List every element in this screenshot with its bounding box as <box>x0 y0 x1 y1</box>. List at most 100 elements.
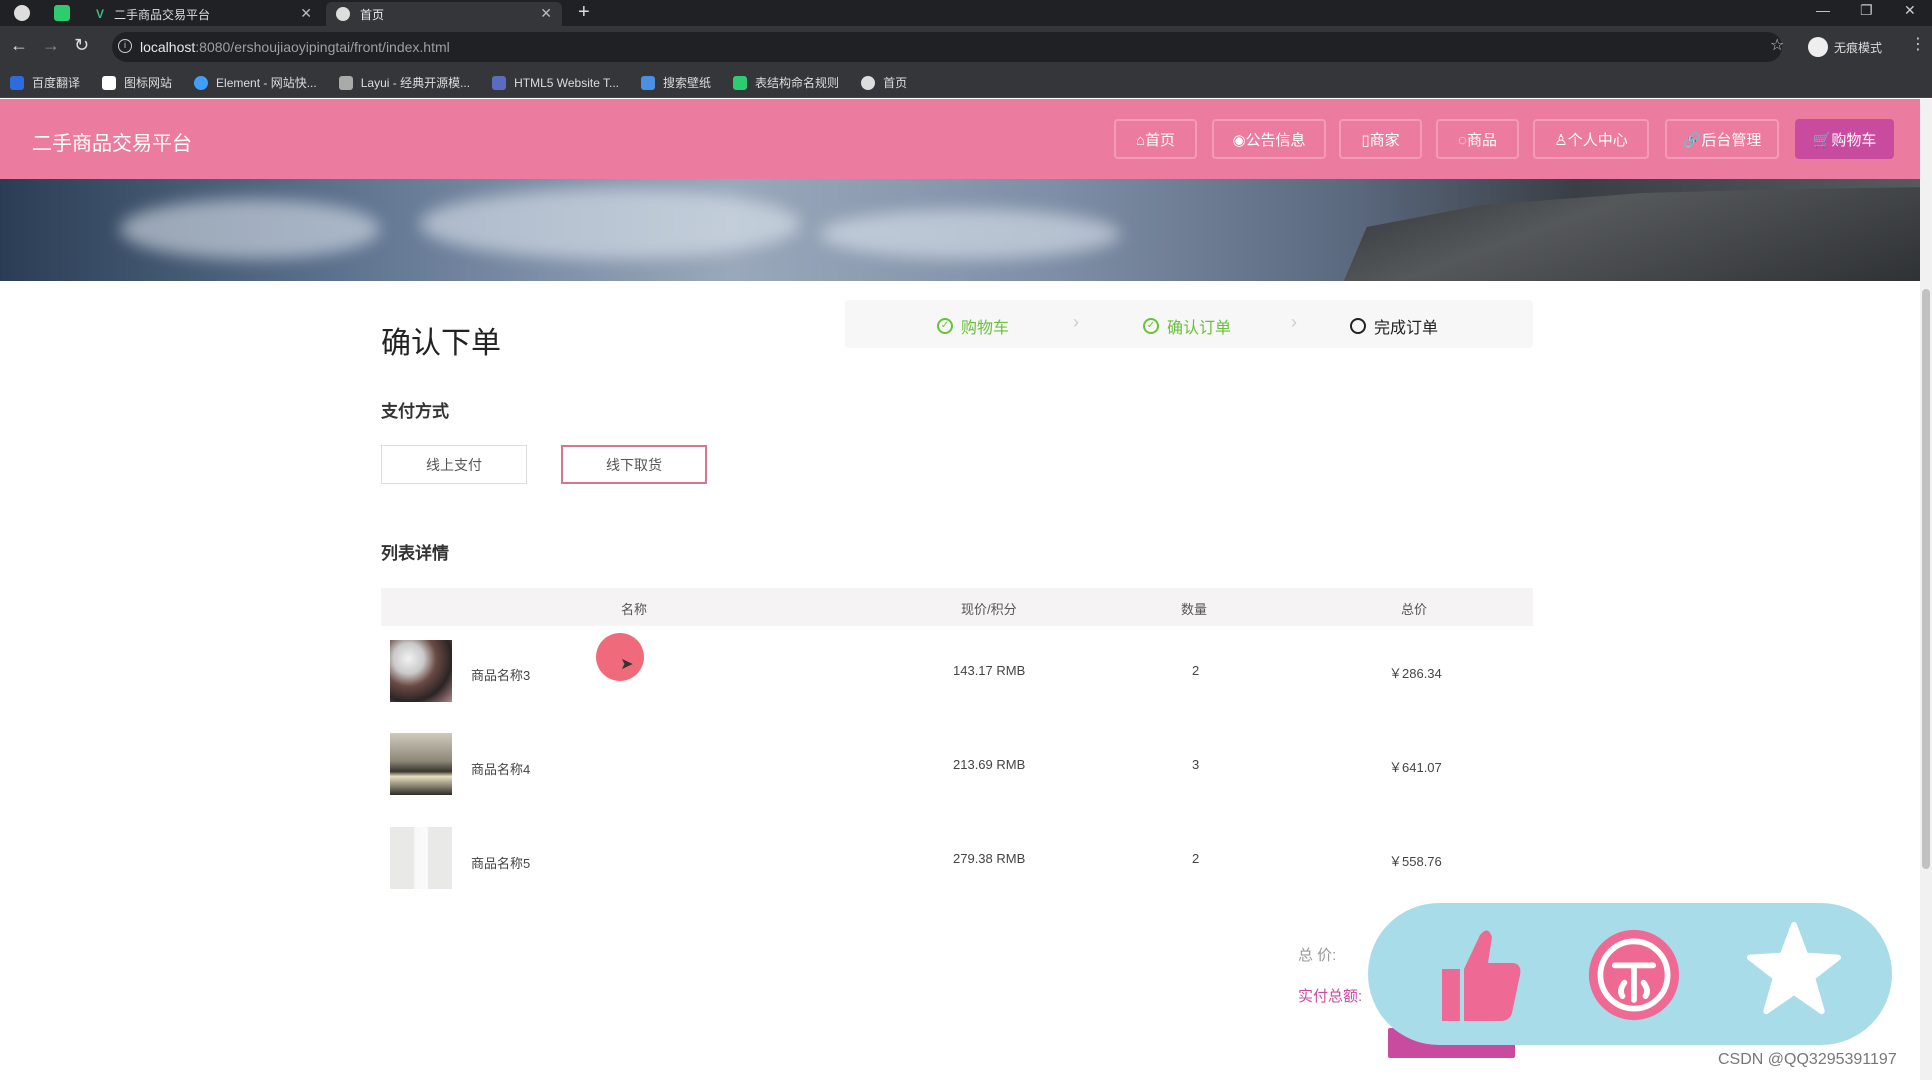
bookmark-star-icon[interactable]: ☆ <box>1770 35 1784 55</box>
bookmark-label: 百度翻译 <box>32 76 81 90</box>
col-total-header: 总价 <box>1401 602 1428 617</box>
profile-button[interactable]: 无痕模式 <box>1808 37 1882 57</box>
product-total: ￥286.34 <box>1389 666 1442 681</box>
bookmark-label: Layui - 经典开源模... <box>360 76 471 90</box>
payment-method-label: 支付方式 <box>381 402 449 421</box>
minimize-icon[interactable]: — <box>1816 2 1830 18</box>
bookmark-item[interactable]: 百度翻译 <box>10 74 80 91</box>
cliff-graphic <box>1341 187 1920 281</box>
vue-icon: V <box>96 7 105 21</box>
globe-icon[interactable] <box>14 5 30 21</box>
chevron-right-icon: › <box>1291 312 1297 332</box>
table-header: 名称 现价/积分 数量 总价 <box>381 588 1533 626</box>
product-qty: 2 <box>1192 851 1200 866</box>
tab-platform[interactable]: V 二手商品交易平台 ✕ <box>86 2 322 26</box>
site-header: 二手商品交易平台 ⌂首页 ◉公告信息 ▯商家 ◌商品 ♙个人中心 🔗后台管理 🛒… <box>0 99 1920 179</box>
product-name: 商品名称5 <box>471 856 531 871</box>
html5-icon <box>492 75 507 90</box>
bookmark-item[interactable]: 图标网站 <box>102 74 172 91</box>
coin-icon[interactable] <box>1586 925 1682 1025</box>
url-field[interactable]: i localhost:8080/ershoujiaoyipingtai/fro… <box>112 32 1782 62</box>
product-price: 279.38 RMB <box>953 851 1026 866</box>
bookmark-item[interactable]: 搜索壁纸 <box>641 74 711 91</box>
table-row: 商品名称5 279.38 RMB 2 ￥558.76 <box>381 813 1533 907</box>
wallpaper-icon <box>641 75 656 90</box>
step-cart: ✓ 购物车 <box>937 314 1009 338</box>
close-icon[interactable]: ✕ <box>300 5 312 22</box>
product-price: 213.69 RMB <box>953 757 1026 772</box>
nav-home[interactable]: ⌂首页 <box>1114 119 1197 159</box>
reload-icon[interactable]: ↻ <box>74 35 89 56</box>
bookmark-label: Element - 网站快... <box>216 76 317 90</box>
nav-announcements[interactable]: ◉公告信息 <box>1212 119 1326 159</box>
product-image <box>390 827 452 889</box>
list-details-label: 列表详情 <box>381 544 449 563</box>
forward-icon[interactable]: → <box>42 35 60 56</box>
col-name-header: 名称 <box>621 602 648 617</box>
page-scrollbar[interactable] <box>1920 99 1932 1080</box>
restore-icon[interactable]: ❐ <box>1860 2 1873 19</box>
sheet-icon[interactable] <box>54 5 70 21</box>
nav-products[interactable]: ◌商品 <box>1436 119 1519 159</box>
step-label: 确认订单 <box>1167 320 1232 337</box>
info-icon[interactable]: i <box>118 39 132 53</box>
banner-image <box>0 179 1920 281</box>
close-icon[interactable]: ✕ <box>540 5 552 22</box>
nav-cart[interactable]: 🛒购物车 <box>1795 119 1894 159</box>
address-bar: ← → ↻ i localhost:8080/ershoujiaoyipingt… <box>0 26 1932 68</box>
globe-icon <box>861 75 876 90</box>
page-title: 确认下单 <box>381 327 501 360</box>
tab-home[interactable]: 首页 ✕ <box>326 2 562 26</box>
bookmark-item[interactable]: 首页 <box>861 74 907 91</box>
check-circle-icon: ✓ <box>1143 318 1159 334</box>
offline-pickup-button[interactable]: 线下取货 <box>561 445 707 484</box>
step-confirm: ✓ 确认订单 <box>1143 314 1231 338</box>
scroll-thumb[interactable] <box>1922 289 1930 869</box>
watermark: CSDN @QQ3295391197 <box>1718 1051 1897 1068</box>
thumbs-up-icon[interactable] <box>1428 925 1524 1025</box>
menu-icon[interactable]: ⋮ <box>1910 34 1926 54</box>
url-host: localhost <box>140 39 196 55</box>
bookmark-item[interactable]: HTML5 Website T... <box>492 75 619 90</box>
back-icon[interactable]: ← <box>10 35 28 56</box>
bookmark-label: 搜索壁纸 <box>663 76 712 90</box>
product-total: ￥641.07 <box>1389 760 1442 775</box>
bookmark-item[interactable]: 表结构命名规则 <box>733 74 839 91</box>
flag-icon <box>102 75 117 90</box>
online-payment-button[interactable]: 线上支付 <box>381 445 527 484</box>
chevron-right-icon: › <box>1073 312 1079 332</box>
nav-admin[interactable]: 🔗后台管理 <box>1665 119 1779 159</box>
product-name: 商品名称4 <box>471 762 531 777</box>
product-image <box>390 640 452 702</box>
nav-merchants[interactable]: ▯商家 <box>1339 119 1422 159</box>
product-qty: 2 <box>1192 663 1200 678</box>
bookmark-label: 首页 <box>883 76 908 90</box>
site-title[interactable]: 二手商品交易平台 <box>32 127 192 156</box>
profile-label: 无痕模式 <box>1834 40 1883 55</box>
step-label: 完成订单 <box>1374 320 1439 337</box>
col-price-header: 现价/积分 <box>961 602 1017 617</box>
step-label: 购物车 <box>961 320 1010 337</box>
table-row: 商品名称4 213.69 RMB 3 ￥641.07 <box>381 719 1533 813</box>
bookmark-label: 图标网站 <box>124 76 173 90</box>
bookmark-item[interactable]: Element - 网站快... <box>194 74 317 91</box>
bookmarks-bar: 百度翻译 图标网站 Element - 网站快... Layui - 经典开源模… <box>0 68 1932 98</box>
paid-amount-label: 实付总额: <box>1298 988 1363 1005</box>
order-steps: ✓ 购物车 › ✓ 确认订单 › 完成订单 <box>845 300 1533 348</box>
close-window-icon[interactable]: ✕ <box>1904 2 1916 19</box>
bookmark-icon <box>10 75 24 90</box>
mouse-pointer-icon: ➤ <box>620 656 634 673</box>
star-icon[interactable] <box>1746 919 1842 1019</box>
nav-profile[interactable]: ♙个人中心 <box>1533 119 1649 159</box>
product-qty: 3 <box>1192 757 1200 772</box>
like-coin-favorite-overlay <box>1368 903 1892 1045</box>
tab-label: 首页 <box>360 7 385 22</box>
globe-icon <box>336 7 350 21</box>
bookmark-item[interactable]: Layui - 经典开源模... <box>338 74 471 91</box>
tab-label: 二手商品交易平台 <box>114 7 211 22</box>
product-price: 143.17 RMB <box>953 663 1026 678</box>
browser-tab-bar: V 二手商品交易平台 ✕ 首页 ✕ + — ❐ ✕ <box>0 0 1932 26</box>
new-tab-button[interactable]: + <box>578 1 590 24</box>
incognito-icon <box>1808 37 1828 57</box>
url-path: :8080/ershoujiaoyipingtai/front/index.ht… <box>195 39 450 55</box>
